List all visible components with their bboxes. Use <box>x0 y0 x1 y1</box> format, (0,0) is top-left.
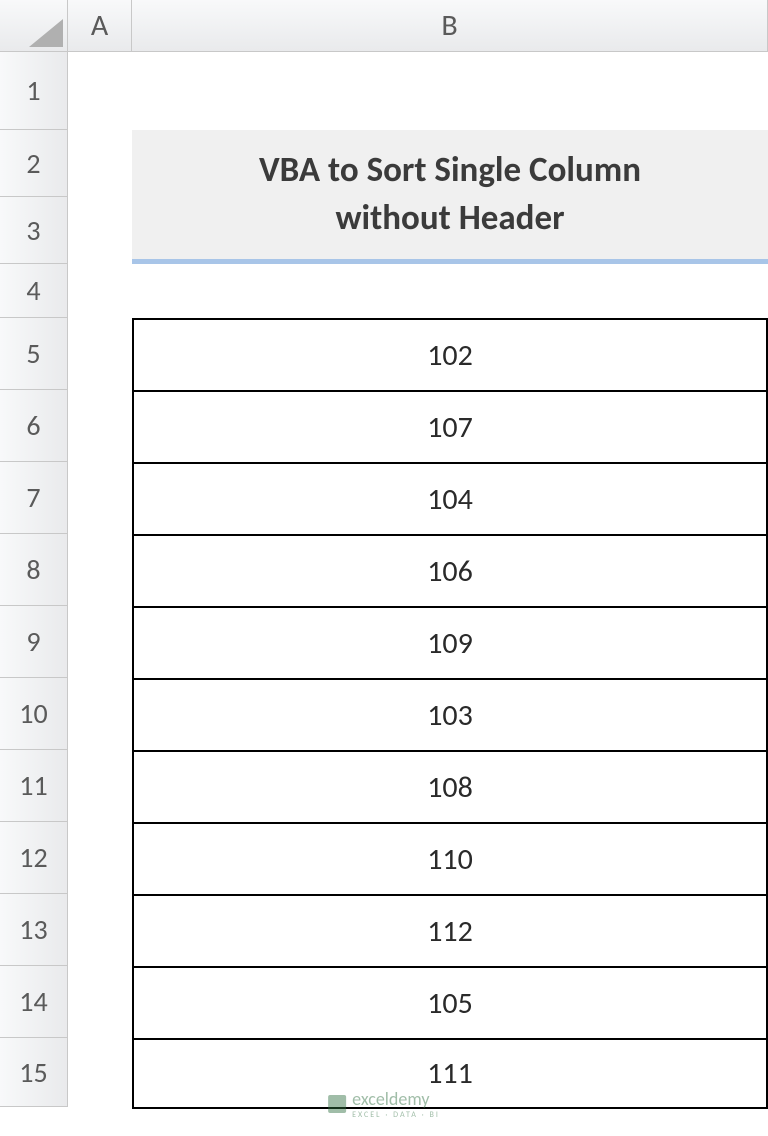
watermark-brand: exceldemy <box>352 1088 429 1110</box>
watermark: exceldemy EXCEL · DATA · BI <box>328 1088 440 1120</box>
table-row: 102 <box>133 319 767 391</box>
row-header-8[interactable]: 8 <box>0 534 68 606</box>
row-header-7[interactable]: 7 <box>0 462 68 534</box>
column-header-A[interactable]: A <box>68 0 132 52</box>
data-cell[interactable]: 112 <box>133 895 767 967</box>
table-row: 110 <box>133 823 767 895</box>
row-header-12[interactable]: 12 <box>0 822 68 894</box>
table-row: 111 <box>133 1039 767 1108</box>
table-row: 108 <box>133 751 767 823</box>
table-row: 112 <box>133 895 767 967</box>
select-all-corner[interactable] <box>0 0 68 52</box>
data-cell[interactable]: 111 <box>133 1039 767 1108</box>
table-row: 104 <box>133 463 767 535</box>
data-cell[interactable]: 110 <box>133 823 767 895</box>
table-row: 103 <box>133 679 767 751</box>
sheet-content: VBA to Sort Single Column without Header… <box>132 52 768 1109</box>
watermark-tagline: EXCEL · DATA · BI <box>352 1110 440 1120</box>
row-header-11[interactable]: 11 <box>0 750 68 822</box>
row-header-6[interactable]: 6 <box>0 390 68 462</box>
row-headers-column: 1 2 3 4 5 6 7 8 9 10 11 12 13 14 15 <box>0 52 68 1107</box>
title-cell[interactable]: VBA to Sort Single Column without Header <box>132 130 768 264</box>
table-row: 106 <box>133 535 767 607</box>
row-header-13[interactable]: 13 <box>0 894 68 966</box>
table-row: 107 <box>133 391 767 463</box>
data-cell[interactable]: 108 <box>133 751 767 823</box>
table-row: 109 <box>133 607 767 679</box>
row-header-5[interactable]: 5 <box>0 318 68 390</box>
watermark-icon <box>328 1095 346 1113</box>
row-header-15[interactable]: 15 <box>0 1038 68 1107</box>
title-line-1: VBA to Sort Single Column <box>259 149 641 191</box>
data-cell[interactable]: 109 <box>133 607 767 679</box>
table-row: 105 <box>133 967 767 1039</box>
row-header-4[interactable]: 4 <box>0 264 68 318</box>
row-header-1[interactable]: 1 <box>0 52 68 130</box>
row-header-10[interactable]: 10 <box>0 678 68 750</box>
row-header-2[interactable]: 2 <box>0 130 68 197</box>
data-table: 102 107 104 106 109 103 108 110 112 105 … <box>132 318 768 1109</box>
data-cell[interactable]: 107 <box>133 391 767 463</box>
column-header-B[interactable]: B <box>132 0 768 52</box>
row-header-3[interactable]: 3 <box>0 197 68 264</box>
title-line-2: without Header <box>335 197 564 239</box>
row-header-9[interactable]: 9 <box>0 606 68 678</box>
data-cell[interactable]: 105 <box>133 967 767 1039</box>
data-cell[interactable]: 103 <box>133 679 767 751</box>
row-header-14[interactable]: 14 <box>0 966 68 1038</box>
data-cell[interactable]: 102 <box>133 319 767 391</box>
data-cell[interactable]: 106 <box>133 535 767 607</box>
data-cell[interactable]: 104 <box>133 463 767 535</box>
